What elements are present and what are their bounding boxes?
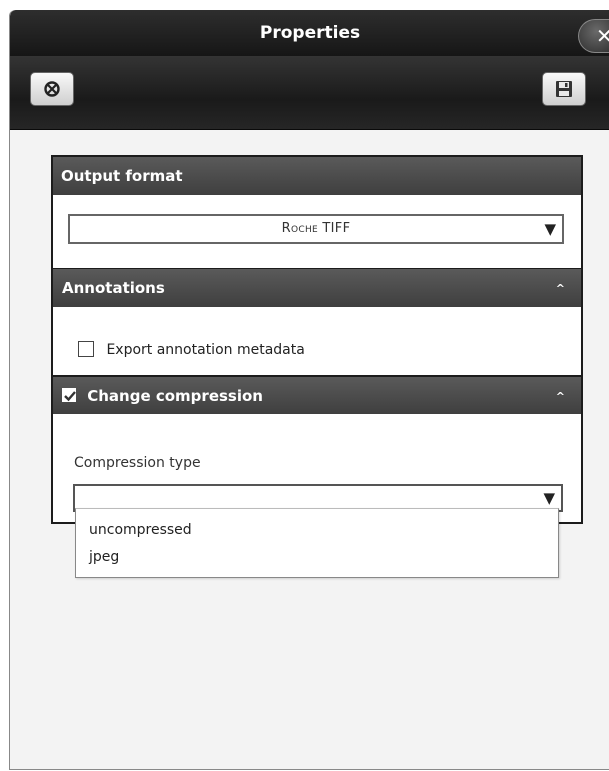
window-titlebar: Properties [10, 10, 609, 56]
window-title: Properties [259, 23, 361, 43]
checkmark-icon [64, 391, 76, 402]
compression-type-label: Compression type [74, 455, 201, 471]
dropdown-option-uncompressed[interactable]: uncompressed [76, 517, 558, 544]
export-annotation-checkbox[interactable] [78, 340, 94, 357]
annotations-heading: Annotations [62, 279, 165, 297]
reset-button[interactable] [30, 72, 74, 106]
collapse-caret-icon[interactable]: ^ [556, 377, 565, 416]
close-button[interactable]: ✕ [578, 19, 609, 53]
close-icon: ✕ [596, 24, 609, 48]
save-icon [554, 79, 574, 99]
output-format-value: Roche TIFF [281, 221, 351, 236]
compression-dropdown-list: uncompressed jpeg [75, 508, 559, 578]
dropdown-option-jpeg[interactable]: jpeg [76, 544, 558, 571]
chevron-down-icon: ▼ [543, 489, 555, 507]
output-format-header: Output format [53, 157, 581, 195]
properties-window: Properties ✕ [9, 10, 609, 770]
collapse-caret-icon[interactable]: ^ [556, 269, 565, 308]
export-annotation-label: Export annotation metadata [106, 342, 305, 358]
export-annotation-row: Export annotation metadata [78, 340, 305, 359]
reset-icon [42, 79, 62, 99]
save-button[interactable] [542, 72, 586, 106]
annotations-header[interactable]: Annotations ^ [53, 268, 581, 307]
output-format-heading: Output format [61, 167, 183, 185]
change-compression-checkbox[interactable] [62, 388, 76, 402]
compression-heading: Change compression [87, 387, 263, 405]
chevron-down-icon: ▼ [544, 220, 556, 238]
compression-header[interactable]: Change compression ^ [53, 375, 581, 414]
properties-panel: Output format Roche TIFF ▼ Annotations ^… [51, 155, 583, 524]
toolbar [10, 56, 609, 130]
output-format-select[interactable]: Roche TIFF ▼ [68, 214, 564, 244]
